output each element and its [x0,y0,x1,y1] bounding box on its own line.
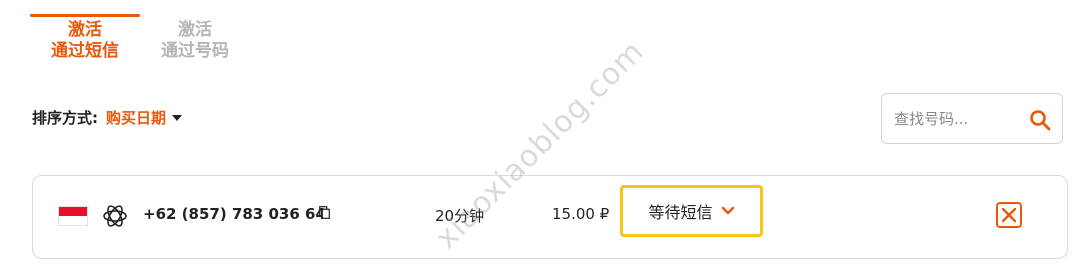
price: 15.00 ₽ [552,205,610,223]
tab-activate-via-number[interactable]: 激活 通过号码 [140,14,250,66]
order-row: +62 (857) 783 036 64 20分钟 15.00 ₽ 等待短信 [32,175,1068,259]
sort-control: 排序方式: 购买日期 [32,107,183,128]
search-input[interactable] [894,109,1022,128]
openai-icon [103,205,127,227]
activation-tabs: 激活 通过短信 激活 通过号码 [30,14,250,66]
tab-line1: 激活 [68,20,102,40]
caret-down-icon[interactable] [172,115,183,121]
search-box [881,93,1063,144]
tab-line1: 激活 [178,20,212,40]
search-icon[interactable] [1028,108,1052,132]
tab-activate-via-sms[interactable]: 激活 通过短信 [30,14,140,66]
indonesia-flag-icon [58,206,88,226]
phone-number: +62 (857) 783 036 64 [143,205,326,223]
sort-dropdown[interactable]: 购买日期 [106,107,166,128]
cancel-order-icon[interactable] [996,202,1022,228]
status-label: 等待短信 [648,203,713,222]
status-dropdown-button[interactable]: 等待短信 [620,185,763,237]
tab-line2: 通过号码 [161,41,229,61]
duration: 20分钟 [435,207,485,225]
sort-label: 排序方式: [32,109,98,127]
copy-icon[interactable] [319,206,330,219]
tab-line2: 通过短信 [51,41,119,61]
chevron-down-icon [721,206,734,215]
